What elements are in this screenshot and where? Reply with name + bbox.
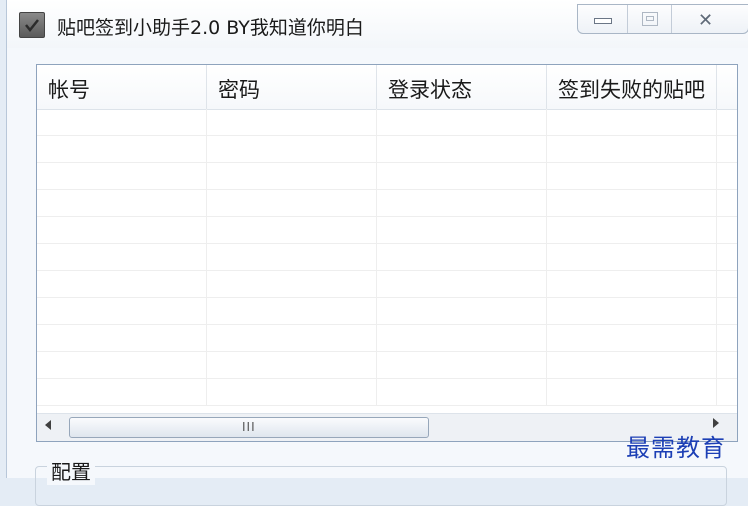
column-header-login-status[interactable]: 登录状态 — [377, 65, 547, 109]
maximize-icon — [642, 12, 658, 26]
table-row — [37, 271, 737, 298]
close-button[interactable]: ✕ — [672, 5, 748, 33]
table-row — [37, 244, 737, 271]
checkbox-icon — [19, 12, 45, 38]
config-groupbox — [35, 466, 727, 506]
minimize-button[interactable] — [578, 5, 628, 33]
window-title: 贴吧签到小助手2.0 BY我知道你明白 — [57, 17, 364, 39]
column-header-account[interactable]: 帐号 — [37, 65, 207, 109]
table-row — [37, 136, 737, 163]
table-row — [37, 190, 737, 217]
maximize-button[interactable] — [628, 5, 672, 33]
close-icon: ✕ — [698, 10, 714, 31]
scroll-left-arrow-icon[interactable] — [45, 420, 51, 430]
table-row — [37, 217, 737, 244]
minimize-icon — [594, 18, 612, 24]
scrollbar-thumb[interactable]: III — [69, 417, 429, 438]
table-row — [37, 379, 737, 406]
column-header-failed-forums[interactable]: 签到失败的贴吧 — [547, 65, 717, 109]
caption-buttons: ✕ — [577, 4, 748, 34]
table-row — [37, 298, 737, 325]
account-list[interactable]: 帐号 密码 登录状态 签到失败的贴吧 III — [36, 64, 738, 442]
scroll-right-arrow-icon[interactable] — [713, 418, 719, 428]
table-row — [37, 163, 737, 190]
column-header-password[interactable]: 密码 — [207, 65, 377, 109]
list-body — [37, 109, 737, 406]
watermark-text: 最需教育 — [626, 434, 726, 462]
config-group-label: 配置 — [47, 456, 95, 485]
table-row — [37, 352, 737, 379]
app-window: 贴吧签到小助手2.0 BY我知道你明白 ✕ 帐号 密码 登录状态 签到失败的贴吧 — [6, 0, 748, 506]
title-bar[interactable]: 贴吧签到小助手2.0 BY我知道你明白 ✕ — [7, 0, 748, 48]
table-row — [37, 325, 737, 352]
table-row — [37, 109, 737, 136]
scrollbar-grip: III — [242, 420, 256, 434]
list-header: 帐号 密码 登录状态 签到失败的贴吧 — [37, 65, 737, 110]
